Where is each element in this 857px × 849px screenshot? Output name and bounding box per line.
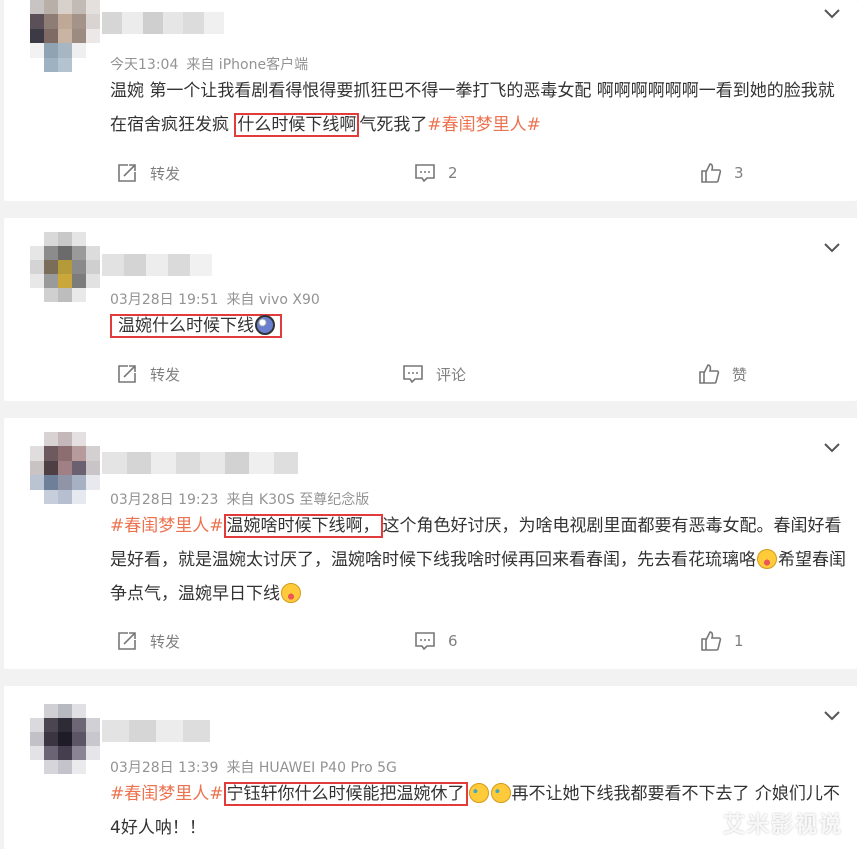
like-button[interactable]: 3 <box>700 162 744 184</box>
post-meta: 03月28日 19:51 来自 vivo X90 <box>110 289 320 309</box>
avatar[interactable] <box>30 0 100 72</box>
topic-tag[interactable]: #春闺梦里人# <box>110 784 224 804</box>
sad-face-emoji-icon <box>255 315 275 335</box>
post-time[interactable]: 03月28日 19:51 <box>110 292 218 308</box>
highlight-box: 温婉什么时候下线 <box>110 314 282 338</box>
post-time[interactable]: 03月28日 13:39 <box>110 760 218 776</box>
repost-button[interactable]: 转发 <box>116 630 180 652</box>
avatar[interactable] <box>30 432 100 504</box>
comment-button[interactable]: 6 <box>414 630 458 652</box>
comment-button[interactable]: 2 <box>414 162 458 184</box>
post-card: 今天13:04 来自 iPhone客户端 温婉 第一个让我看剧看得恨得要抓狂巴不得… <box>4 0 857 201</box>
chevron-down-icon[interactable] <box>823 242 841 254</box>
username-blurred[interactable] <box>102 254 212 276</box>
repost-button[interactable]: 转发 <box>116 162 180 184</box>
post-content: #春闺梦里人# 温婉啥时候下线啊， 这个角色好讨厌，为啥电视剧里面都要有恶毒女配。春… <box>110 514 846 604</box>
highlight-box: 什么时候下线啊 <box>234 113 360 137</box>
post-meta: 03月28日 13:39 来自 HUAWEI P40 Pro 5G <box>110 757 397 777</box>
action-bar: 转发 6 1 <box>4 630 857 654</box>
comment-button[interactable]: 评论 <box>402 363 466 385</box>
thumbs-up-icon <box>701 163 722 183</box>
repost-button[interactable]: 转发 <box>116 363 180 385</box>
avatar[interactable] <box>30 232 100 302</box>
post-card: 03月28日 19:51 来自 vivo X90 温婉什么时候下线 转发 评论 赞 <box>4 218 857 401</box>
chevron-down-icon[interactable] <box>823 710 841 722</box>
username-blurred[interactable] <box>102 12 224 34</box>
username-blurred[interactable] <box>102 452 298 474</box>
post-card: 03月28日 19:23 来自 K30S 至尊纪念版 #春闺梦里人# 温婉啥时候下线… <box>4 418 857 669</box>
highlight-box: 宁钰轩你什么时候能把温婉休了 <box>223 782 468 806</box>
watermark: 艾米影视说 <box>722 813 843 838</box>
topic-tag[interactable]: #春闺梦里人# <box>427 115 541 135</box>
topic-tag[interactable]: #春闺梦里人# <box>110 516 224 536</box>
thumbs-up-icon <box>701 631 722 651</box>
comment-icon <box>415 632 435 651</box>
username-blurred[interactable] <box>102 720 210 742</box>
post-content: 温婉什么时候下线 <box>110 309 850 343</box>
action-bar: 转发 评论 赞 <box>4 363 857 387</box>
highlight-box: 温婉啥时候下线啊， <box>223 514 383 538</box>
avatar[interactable] <box>30 704 100 774</box>
post-meta: 今天13:04 来自 iPhone客户端 <box>110 54 308 74</box>
crying-face-emoji-icon <box>468 783 489 803</box>
post-source: 来自 iPhone客户端 <box>186 57 309 73</box>
repost-icon <box>118 632 136 650</box>
post-source: 来自 K30S 至尊纪念版 <box>226 492 370 508</box>
repost-icon <box>118 365 136 383</box>
post-time[interactable]: 03月28日 19:23 <box>110 492 218 508</box>
post-meta: 03月28日 19:23 来自 K30S 至尊纪念版 <box>110 489 369 509</box>
like-button[interactable]: 1 <box>700 630 744 652</box>
crying-face-emoji-icon <box>490 783 511 803</box>
post-source: 来自 vivo X90 <box>226 292 320 308</box>
comment-icon <box>415 164 435 183</box>
yummy-face-emoji-icon <box>757 549 777 569</box>
repost-icon <box>118 164 136 182</box>
action-bar: 转发 2 3 <box>4 162 857 186</box>
like-button[interactable]: 赞 <box>698 363 747 385</box>
thumbs-up-icon <box>699 364 720 384</box>
chevron-down-icon[interactable] <box>823 442 841 454</box>
chevron-down-icon[interactable] <box>823 8 841 20</box>
yummy-face-emoji-icon <box>281 583 301 603</box>
post-time[interactable]: 今天13:04 <box>110 57 178 73</box>
post-source: 来自 HUAWEI P40 Pro 5G <box>226 760 397 776</box>
comment-icon <box>403 365 423 384</box>
post-content: 温婉 第一个让我看剧看得恨得要抓狂巴不得一拳打飞的恶毒女配 啊啊啊啊啊啊一看到她… <box>110 81 835 137</box>
